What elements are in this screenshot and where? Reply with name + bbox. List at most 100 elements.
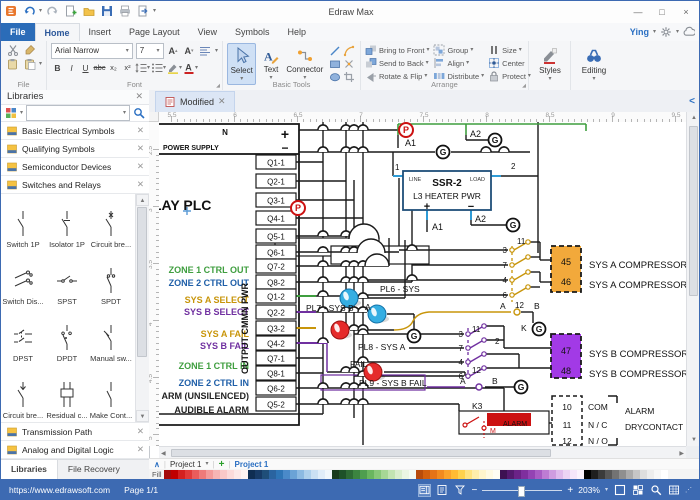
library-scrollbar[interactable]: ▲ ▼ <box>135 194 149 422</box>
connector-tool-button[interactable]: Connector▾ <box>286 43 324 85</box>
editing-button[interactable]: Editing▾ <box>575 43 613 85</box>
fit-page-icon[interactable] <box>613 484 626 497</box>
scroll-left-icon[interactable]: ◀ <box>161 450 166 457</box>
status-url[interactable]: https://www.edrawsoft.com <box>9 485 110 495</box>
fill-swatch[interactable] <box>290 470 297 479</box>
fill-swatch[interactable] <box>577 470 584 479</box>
fill-swatch[interactable] <box>262 470 269 479</box>
fill-swatch[interactable] <box>591 470 598 479</box>
fill-swatch[interactable] <box>402 470 409 479</box>
subscript-button[interactable]: x₂ <box>107 61 120 74</box>
fill-swatch[interactable] <box>521 470 528 479</box>
save-button[interactable] <box>99 3 114 18</box>
add-page-button[interactable]: + <box>219 459 225 470</box>
bullets-button[interactable]: ▾ <box>151 61 166 74</box>
fill-swatch[interactable] <box>416 470 423 479</box>
size-button[interactable]: Size▾ <box>488 44 531 56</box>
open-button[interactable] <box>81 3 96 18</box>
library-close-icon[interactable]: ✕ <box>137 426 144 437</box>
fill-swatch[interactable] <box>458 470 465 479</box>
collapse-pages-icon[interactable]: ∧ <box>154 460 160 469</box>
library-close-icon[interactable]: ✕ <box>137 143 144 154</box>
fill-swatch[interactable] <box>598 470 605 479</box>
fill-swatch[interactable] <box>178 470 185 479</box>
rectangle-shape-button[interactable] <box>328 58 342 71</box>
line-shape-button[interactable] <box>328 45 342 58</box>
library-search-input[interactable]: ▾ <box>26 105 130 121</box>
fill-swatch[interactable] <box>248 470 255 479</box>
fill-swatch[interactable] <box>192 470 199 479</box>
library-symbol-isolator-1p[interactable]: Isolator 1P <box>45 194 89 251</box>
fill-swatch[interactable] <box>409 470 416 479</box>
document-tab[interactable]: Modified ✕ <box>155 91 235 112</box>
fill-swatch[interactable] <box>353 470 360 479</box>
fill-swatch[interactable] <box>332 470 339 479</box>
scroll-up-icon[interactable]: ▲ <box>136 194 149 206</box>
fill-swatch[interactable] <box>367 470 374 479</box>
fill-swatch[interactable] <box>311 470 318 479</box>
horizontal-scrollbar[interactable]: ◀ ▶ <box>159 446 686 458</box>
library-symbol-make-cont-[interactable]: Make Cont... <box>89 365 133 422</box>
superscript-button[interactable]: x² <box>121 61 134 74</box>
library-close-icon[interactable]: ✕ <box>137 179 144 190</box>
fill-swatch[interactable] <box>451 470 458 479</box>
fill-swatch[interactable] <box>297 470 304 479</box>
library-symbol-dpdt[interactable]: DPDT <box>45 308 89 365</box>
fill-swatch[interactable] <box>213 470 220 479</box>
fill-swatch[interactable] <box>584 470 591 479</box>
library-symbol-spst[interactable]: SPST <box>45 251 89 308</box>
font-color-button[interactable]: A▾ <box>183 61 198 74</box>
cross-points-button[interactable] <box>342 58 356 71</box>
fill-swatch[interactable] <box>388 470 395 479</box>
line-spacing-button[interactable]: ▾ <box>135 61 150 74</box>
underline-button[interactable]: U <box>79 61 92 74</box>
library-section-qualifying-symbols[interactable]: Qualifying Symbols✕ <box>1 140 149 158</box>
fill-swatch[interactable] <box>437 470 444 479</box>
fill-swatch[interactable] <box>633 470 640 479</box>
fill-swatch[interactable] <box>542 470 549 479</box>
fill-swatch[interactable] <box>374 470 381 479</box>
fill-swatch[interactable] <box>234 470 241 479</box>
fill-swatch[interactable] <box>626 470 633 479</box>
paragraph-align-button[interactable] <box>199 44 212 58</box>
library-section-basic-electrical-symbols[interactable]: Basic Electrical Symbols✕ <box>1 122 149 140</box>
cloud-icon[interactable] <box>683 26 695 38</box>
fill-swatch[interactable] <box>640 470 647 479</box>
fill-swatch[interactable] <box>479 470 486 479</box>
library-symbol-manual-sw-[interactable]: Manual sw... <box>89 308 133 365</box>
select-tool-button[interactable]: Select▾ <box>227 43 256 85</box>
fill-swatch[interactable] <box>339 470 346 479</box>
fill-swatch[interactable] <box>486 470 493 479</box>
fill-swatch[interactable] <box>514 470 521 479</box>
font-dialog-launcher-icon[interactable]: ◢ <box>216 83 220 89</box>
library-symbol-circuit-bre-[interactable]: Circuit bre... <box>89 194 133 251</box>
page-tab[interactable]: Project 1 <box>235 460 269 469</box>
fill-swatch[interactable] <box>472 470 479 479</box>
fill-swatch[interactable] <box>304 470 311 479</box>
page-selector[interactable]: Project 1 <box>170 460 202 469</box>
export-button[interactable] <box>135 3 150 18</box>
undo-caret-icon[interactable]: ▾ <box>39 8 42 14</box>
send-to-back-button[interactable]: Send to Back▾ <box>365 57 429 69</box>
ribbon-tab-symbols[interactable]: Symbols <box>226 23 279 41</box>
search-icon[interactable] <box>133 107 145 119</box>
fill-swatch[interactable] <box>563 470 570 479</box>
arc-shape-button[interactable] <box>342 45 356 58</box>
grow-font-button[interactable]: A▴ <box>167 45 180 58</box>
normal-view-icon[interactable] <box>418 484 431 497</box>
fill-swatch[interactable] <box>619 470 626 479</box>
scroll-down-icon[interactable]: ▼ <box>687 437 700 443</box>
zoom-level[interactable]: 203% <box>578 485 600 495</box>
fill-swatch[interactable] <box>171 470 178 479</box>
panel-close-icon[interactable]: ✕ <box>135 91 143 102</box>
fill-swatch[interactable] <box>528 470 535 479</box>
center-button[interactable]: Center <box>488 57 531 69</box>
fill-swatch[interactable] <box>318 470 325 479</box>
library-symbol-switch-1p[interactable]: Switch 1P <box>1 194 45 251</box>
styles-button[interactable]: Styles▾ <box>533 43 567 85</box>
gear-icon[interactable] <box>660 26 672 38</box>
library-menu-icon[interactable] <box>5 107 17 119</box>
zoom-slider[interactable] <box>482 490 562 491</box>
library-close-icon[interactable]: ✕ <box>137 125 144 136</box>
fill-swatch[interactable] <box>423 470 430 479</box>
